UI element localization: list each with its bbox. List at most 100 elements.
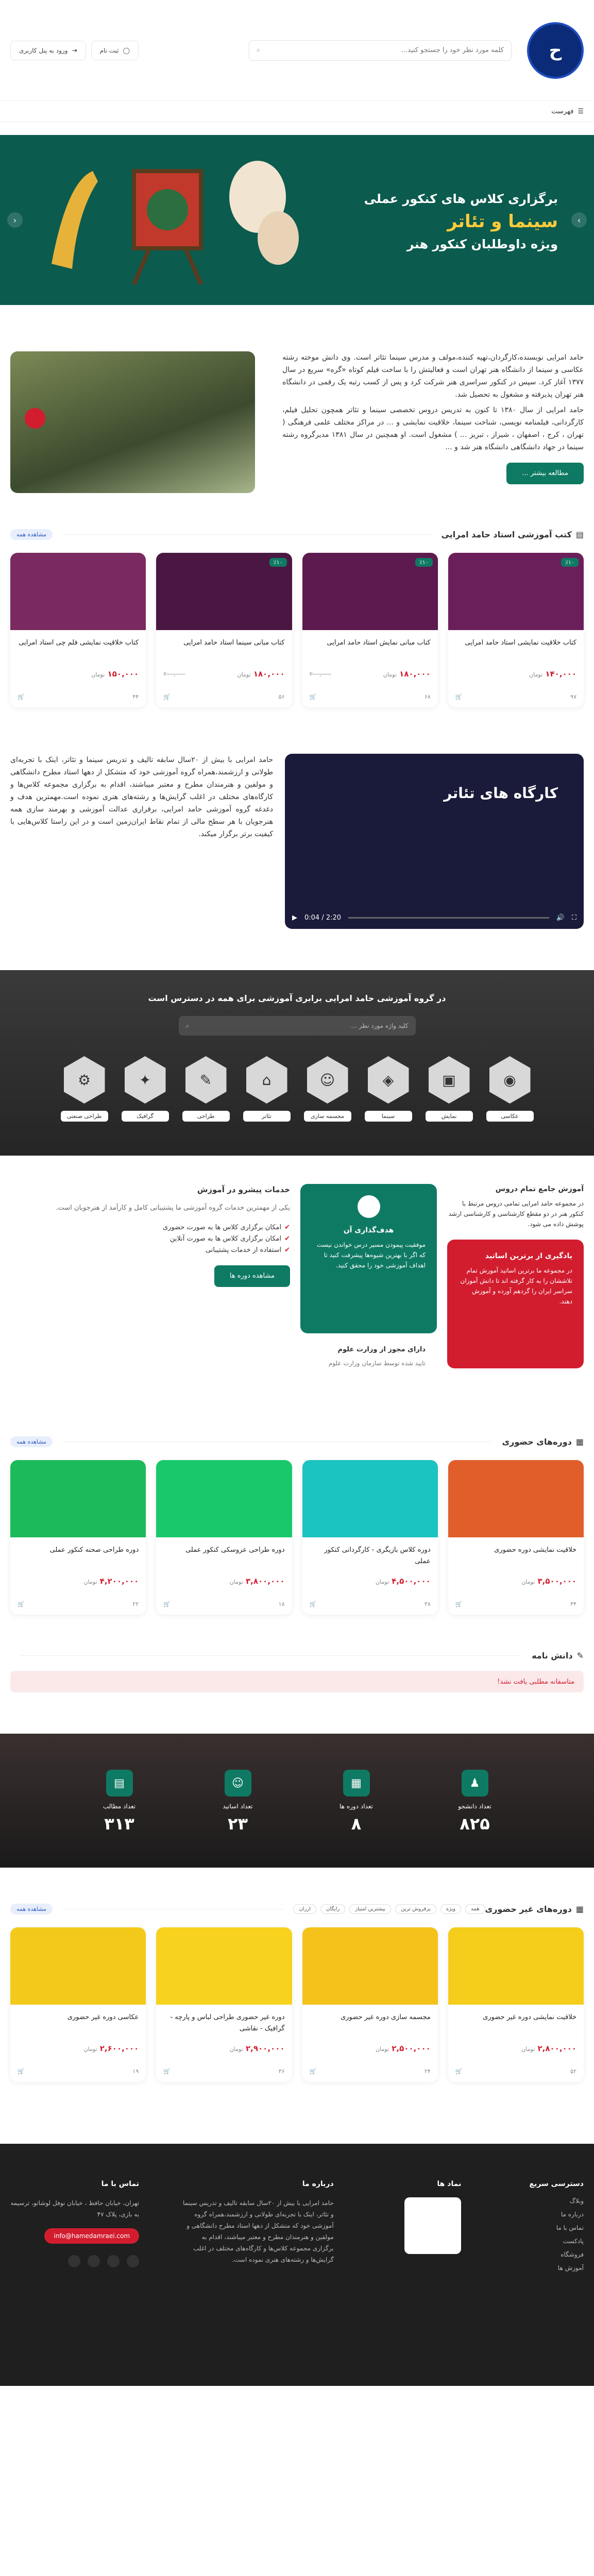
book-card[interactable]: کتاب خلاقیت نمایشی فلم چی استاد امرایی ۱…: [10, 553, 146, 707]
play-icon[interactable]: ▶: [292, 914, 297, 922]
cart-icon[interactable]: 🛒: [163, 693, 171, 700]
cart-icon[interactable]: 🛒: [455, 2068, 463, 2075]
graphic-icon: ✦: [124, 1056, 166, 1104]
menu-label[interactable]: فهرست: [551, 108, 573, 115]
cart-icon[interactable]: 🛒: [310, 2068, 317, 2075]
youtube-icon[interactable]: [68, 2255, 81, 2267]
hero-banner[interactable]: برگزاری کلاس های کنکور عملی سینما و تئات…: [0, 135, 594, 305]
see-all-online-button[interactable]: مشاهده همه: [10, 1904, 53, 1914]
footer-link[interactable]: آموزش ها: [501, 2264, 584, 2272]
footer-link[interactable]: فروشگاه: [501, 2251, 584, 2258]
progress-bar[interactable]: [348, 917, 549, 919]
play-icon[interactable]: [25, 408, 45, 429]
view-courses-button[interactable]: مشاهده دوره ها: [214, 1265, 290, 1287]
course-title[interactable]: دوره غیر حضوری طراحی لباس و پارچه - گراف…: [163, 2012, 284, 2035]
site-logo[interactable]: ح: [527, 22, 584, 79]
instagram-icon[interactable]: [127, 2255, 140, 2267]
cart-icon[interactable]: 🛒: [455, 1601, 463, 1607]
course-title[interactable]: دوره طراحی عروسکی کنکور عملی: [163, 1545, 285, 1567]
book-title[interactable]: کتاب خلاقیت نمایشی فلم چی استاد امرایی: [18, 637, 139, 660]
cart-icon[interactable]: 🛒: [18, 1601, 25, 1607]
search-input[interactable]: [260, 46, 504, 54]
course-card[interactable]: دوره طراحی صحنه کنکور عملی ۴,۲۰۰,۰۰۰ توم…: [10, 1460, 146, 1615]
read-more-button[interactable]: مطالعه بیشتر ...: [506, 463, 584, 484]
menu-icon[interactable]: ☰: [578, 108, 584, 115]
book-card[interactable]: ٪۱۰ کتاب مبانی سینما استاد حامد امرایی ۱…: [156, 553, 292, 707]
volume-icon[interactable]: 🔊: [556, 914, 565, 922]
course-title[interactable]: خلاقیت نمایشی دوره غیر حضوری: [455, 2012, 576, 2035]
filter-chip[interactable]: رایگان: [320, 1904, 346, 1914]
cart-icon[interactable]: 🛒: [18, 693, 25, 700]
login-button[interactable]: ⇥ ورود به پنل کاربری: [10, 40, 86, 60]
filter-chip[interactable]: پرفروش ترین: [395, 1904, 436, 1914]
category-item[interactable]: ✦ گرافیک: [121, 1056, 169, 1122]
course-card[interactable]: مجسمه سازی دوره غیر حضوری ۲,۵۰۰,۰۰۰ توما…: [302, 1927, 438, 2082]
menu-bar[interactable]: ☰ فهرست: [0, 100, 594, 122]
about-photo: [10, 351, 255, 493]
cart-icon[interactable]: 🛒: [455, 693, 463, 700]
book-card[interactable]: ٪۱۰ کتاب خلاقیت نمایشی استاد حامد امرایی…: [448, 553, 584, 707]
filter-chip[interactable]: بیشترین امتیاز: [349, 1904, 392, 1914]
footer-link[interactable]: وبلاگ: [501, 2197, 584, 2205]
cart-icon[interactable]: 🛒: [163, 2068, 171, 2075]
cart-icon[interactable]: 🛒: [18, 2068, 25, 2075]
footer-link[interactable]: تماس با ما: [501, 2224, 584, 2231]
course-card[interactable]: خلاقیت نمایشی دوره حضوری ۳,۵۰۰,۰۰۰ تومان…: [448, 1460, 584, 1615]
course-title[interactable]: عکاسی دوره غیر حضوری: [18, 2012, 139, 2035]
book-title[interactable]: کتاب خلاقیت نمایشی استاد حامد امرایی: [455, 637, 576, 660]
filter-chip[interactable]: ویژه: [440, 1904, 462, 1914]
telegram-icon[interactable]: [107, 2255, 120, 2267]
course-title[interactable]: دوره کلاس بازیگری - کارگردانی کنکور عملی: [310, 1545, 430, 1567]
search-box[interactable]: ⌕: [249, 40, 512, 61]
cart-icon[interactable]: 🛒: [310, 693, 317, 700]
students-count: ۶۸: [424, 693, 431, 700]
video-controls[interactable]: ▶ 0:04 / 2:20 🔊 ⛶: [285, 906, 584, 929]
book-card[interactable]: ٪۱۰ کتاب مبانی نمایش استاد حامد امرایی ۱…: [302, 553, 438, 707]
register-button[interactable]: ◯ ثبت نام: [91, 40, 139, 60]
course-card[interactable]: دوره کلاس بازیگری - کارگردانی کنکور عملی…: [302, 1460, 438, 1615]
book-title[interactable]: کتاب مبانی نمایش استاد حامد امرایی: [310, 637, 430, 660]
cart-icon[interactable]: 🛒: [310, 1601, 317, 1607]
filter-chip[interactable]: همه: [465, 1904, 485, 1914]
category-item[interactable]: ◈ سینما: [364, 1056, 412, 1122]
course-title[interactable]: دوره طراحی صحنه کنکور عملی: [18, 1545, 139, 1567]
cart-icon[interactable]: 🛒: [163, 1601, 171, 1607]
fullscreen-icon[interactable]: ⛶: [572, 914, 576, 922]
book-title[interactable]: کتاب مبانی سینما استاد حامد امرایی: [163, 637, 284, 660]
filter-chip[interactable]: ارزان: [293, 1904, 317, 1914]
course-card[interactable]: دوره طراحی عروسکی کنکور عملی ۳,۸۰۰,۰۰۰ ت…: [156, 1460, 292, 1615]
category-item[interactable]: ☺ مجسمه سازی: [303, 1056, 351, 1122]
see-all-courses-button[interactable]: مشاهده همه: [10, 1436, 53, 1447]
whatsapp-icon[interactable]: [88, 2255, 100, 2267]
category-item[interactable]: ⚙ طراحی صنعتی: [60, 1056, 108, 1122]
search-icon[interactable]: ⌕: [186, 1022, 190, 1030]
banner-next-arrow[interactable]: ›: [571, 212, 587, 228]
category-item[interactable]: ▣ نمایش: [425, 1056, 473, 1122]
course-title[interactable]: مجسمه سازی دوره غیر حضوری: [310, 2012, 431, 2035]
course-icon: ▦: [575, 1437, 584, 1447]
email-link[interactable]: info@hamedamraei.com: [44, 2228, 140, 2244]
category-item[interactable]: ⌂ تئاتر: [243, 1056, 291, 1122]
course-title[interactable]: خلاقیت نمایشی دوره حضوری: [455, 1545, 576, 1567]
course-card[interactable]: خلاقیت نمایشی دوره غیر حضوری ۲,۸۰۰,۰۰۰ ت…: [448, 1927, 584, 2082]
price: ۱۴۰,۰۰۰: [545, 669, 576, 679]
divider: [62, 534, 431, 535]
check-item: ✔استفاده از خدمات پشتیبانی: [205, 1246, 290, 1254]
course-card[interactable]: دوره غیر حضوری طراحی لباس و پارچه - گراف…: [156, 1927, 292, 2082]
course-card[interactable]: عکاسی دوره غیر حضوری ۲,۶۰۰,۰۰۰ تومان ۱۹ 🛒: [10, 1927, 146, 2082]
course-icon: ▦: [343, 1770, 370, 1797]
video-player[interactable]: کارگاه های تئاتر ▶ 0:04 / 2:20 🔊 ⛶: [285, 754, 584, 929]
see-all-books-button[interactable]: مشاهده همه: [10, 529, 53, 540]
book-cover: [10, 553, 146, 630]
trust-seal[interactable]: [404, 2197, 462, 2254]
banner-prev-arrow[interactable]: ‹: [7, 212, 23, 228]
banner-line1: برگزاری کلاس های کنکور عملی: [364, 192, 558, 206]
category-item[interactable]: ◉ عکاسی: [486, 1056, 534, 1122]
search-icon[interactable]: ⌕: [257, 46, 260, 54]
footer-link[interactable]: پادکست: [501, 2238, 584, 2245]
category-search[interactable]: کلید واژه مورد نظر ... ⌕: [178, 1016, 416, 1036]
footer-link[interactable]: درباره ما: [501, 2211, 584, 2218]
price: ۳,۸۰۰,۰۰۰: [246, 1577, 285, 1586]
features-section: آموزش جامع تمام دروس در مجموعه حامد امرا…: [0, 1184, 594, 1400]
category-item[interactable]: ✎ طراحی: [182, 1056, 230, 1122]
